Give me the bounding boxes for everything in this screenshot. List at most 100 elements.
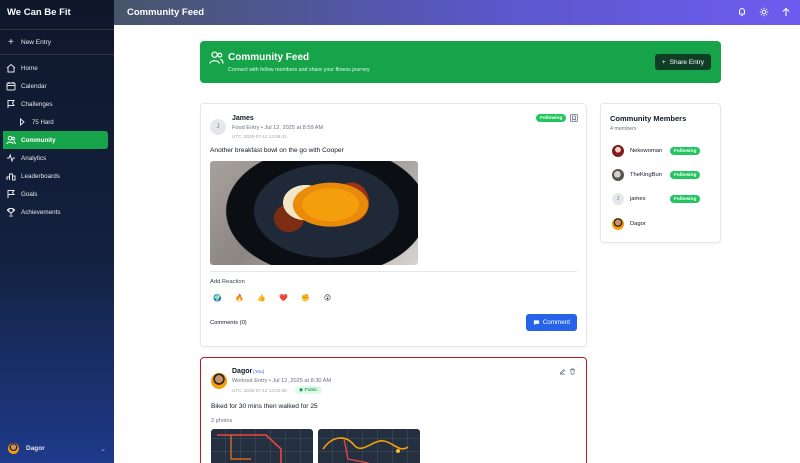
goals-icon	[7, 190, 15, 198]
reaction-heart-button[interactable]: ❤️	[278, 294, 289, 302]
member-name: james	[630, 196, 646, 202]
banner-subtitle: Connect with fellow members and share yo…	[228, 67, 370, 73]
sidebar-divider	[0, 54, 114, 55]
post-author[interactable]: Dagor	[232, 368, 252, 375]
new-entry-button[interactable]: + New Entry	[0, 34, 114, 50]
feed-post: Dagor (You) Workout Entry • Jul 12, 2025…	[200, 357, 587, 463]
sidebar-item-label: Achievements	[21, 208, 61, 216]
reaction-globe-button[interactable]: 🌍	[212, 294, 223, 302]
avatar	[612, 218, 624, 230]
member-row[interactable]: Dagor	[612, 217, 712, 231]
post-text: Another breakfast bowl on the go with Co…	[210, 147, 344, 154]
user-name: Dagor	[26, 445, 45, 452]
sidebar-item-leaderboards[interactable]: Leaderboards	[0, 167, 108, 185]
main-content: Community Feed Connect with fellow membe…	[114, 25, 800, 463]
comment-button[interactable]: Comment	[525, 314, 577, 331]
avatar	[612, 145, 624, 157]
sidebar-item-analytics[interactable]: Analytics	[0, 149, 108, 167]
analytics-icon	[7, 153, 15, 163]
comments-count[interactable]: Comments (0)	[210, 320, 247, 326]
post-photo-map[interactable]	[211, 429, 313, 463]
delete-icon[interactable]	[569, 368, 576, 375]
leaderboard-icon	[6, 173, 16, 181]
sidebar-item-label: Leaderboards	[21, 172, 60, 180]
new-entry-label: New Entry	[21, 38, 51, 46]
chevron-right-icon	[20, 117, 25, 127]
divider	[210, 271, 577, 272]
arrow-up-icon[interactable]	[780, 6, 792, 18]
reaction-wow-button[interactable]: 😲	[322, 294, 333, 302]
feed-post: J James Food Entry • Jul 12, 2025 at 8:5…	[200, 103, 587, 347]
reaction-fist-button[interactable]: ✊	[300, 294, 311, 302]
sidebar-item-label: Home	[21, 64, 38, 72]
avatar	[612, 169, 624, 181]
calendar-icon	[6, 82, 16, 91]
following-badge[interactable]: Following	[670, 171, 701, 179]
add-reaction-label: Add Reaction	[210, 279, 245, 285]
page-title: Community Feed	[127, 7, 205, 18]
sidebar-item-goals[interactable]: Goals	[0, 185, 108, 203]
post-photo-map[interactable]	[318, 429, 420, 463]
topbar: Community Feed	[114, 0, 800, 25]
member-row[interactable]: Nekowoman Following	[612, 144, 712, 158]
sidebar-item-calendar[interactable]: Calendar	[0, 77, 108, 95]
avatar[interactable]	[211, 373, 227, 389]
post-text: Biked for 30 mins then walked for 25	[211, 403, 318, 410]
edit-icon[interactable]	[559, 368, 566, 375]
sidebar-item-label: Community	[21, 136, 56, 144]
comment-icon	[533, 320, 539, 326]
following-badge[interactable]: Following	[670, 195, 701, 203]
sidebar-item-label: Analytics	[21, 154, 47, 162]
member-row[interactable]: TheKingBun Following	[612, 168, 712, 182]
photos-count: 2 photos	[211, 418, 233, 424]
following-badge[interactable]: Following	[670, 147, 701, 155]
home-icon	[6, 63, 16, 73]
sidebar-nav: Home Calendar Challenges 75 Hard Communi…	[0, 59, 114, 221]
you-badge: (You)	[253, 370, 265, 375]
users-icon	[209, 51, 224, 64]
challenges-icon	[7, 100, 15, 108]
user-menu[interactable]: Dagor ⌄	[0, 443, 114, 454]
sidebar-item-75-hard[interactable]: 75 Hard	[0, 113, 108, 131]
avatar	[8, 443, 19, 454]
post-utc-time: UTC: 2025-07-12 13:59:41	[232, 134, 287, 139]
sidebar-item-community[interactable]: Community	[3, 131, 108, 149]
bell-icon[interactable]	[736, 6, 748, 18]
plus-icon: +	[661, 58, 666, 66]
sidebar-item-home[interactable]: Home	[0, 59, 108, 77]
sidebar-item-label: Goals	[21, 190, 38, 198]
visibility-badge: ◉ Public	[295, 386, 322, 394]
globe-icon: ◉	[299, 387, 304, 393]
reaction-fire-button[interactable]: 🔥	[234, 294, 245, 302]
member-row[interactable]: J james Following	[612, 192, 712, 206]
sun-icon[interactable]	[758, 6, 770, 18]
community-banner: Community Feed Connect with fellow membe…	[200, 41, 721, 83]
brand-title[interactable]: We Can Be Fit	[0, 0, 114, 25]
bookmark-icon[interactable]	[570, 114, 578, 122]
sidebar-item-achievements[interactable]: Achievements	[0, 203, 108, 221]
member-name: Dagor	[630, 221, 646, 227]
visibility-label: Public	[304, 387, 318, 393]
post-author[interactable]: James	[232, 115, 254, 122]
member-name: TheKingBun	[630, 172, 662, 178]
avatar[interactable]: J	[210, 119, 226, 135]
reaction-bar: 🌍 🔥 👍 ❤️ ✊ 😲	[212, 294, 333, 302]
members-count: 4 members	[610, 126, 637, 132]
members-title: Community Members	[610, 114, 687, 123]
community-members-panel: Community Members 4 members Nekowoman Fo…	[600, 103, 721, 243]
avatar: J	[612, 193, 624, 205]
sidebar-item-challenges[interactable]: Challenges	[0, 95, 108, 113]
trophy-icon	[6, 208, 16, 217]
following-badge[interactable]: Following	[536, 114, 567, 122]
sidebar-divider	[0, 29, 114, 30]
post-utc-time: UTC: 2025-07-12 13:30:38	[232, 388, 287, 393]
sidebar-item-label: Calendar	[21, 82, 47, 90]
reaction-thumbs-up-button[interactable]: 👍	[256, 294, 267, 302]
comment-button-label: Comment	[542, 319, 570, 326]
chevron-down-icon: ⌄	[100, 445, 106, 453]
topbar-actions	[736, 6, 792, 18]
post-meta: Food Entry • Jul 12, 2025 at 8:59 AM	[232, 125, 324, 131]
post-photo[interactable]	[210, 161, 418, 265]
sidebar-item-label: Challenges	[21, 100, 53, 108]
share-entry-button[interactable]: + Share Entry	[654, 54, 711, 70]
